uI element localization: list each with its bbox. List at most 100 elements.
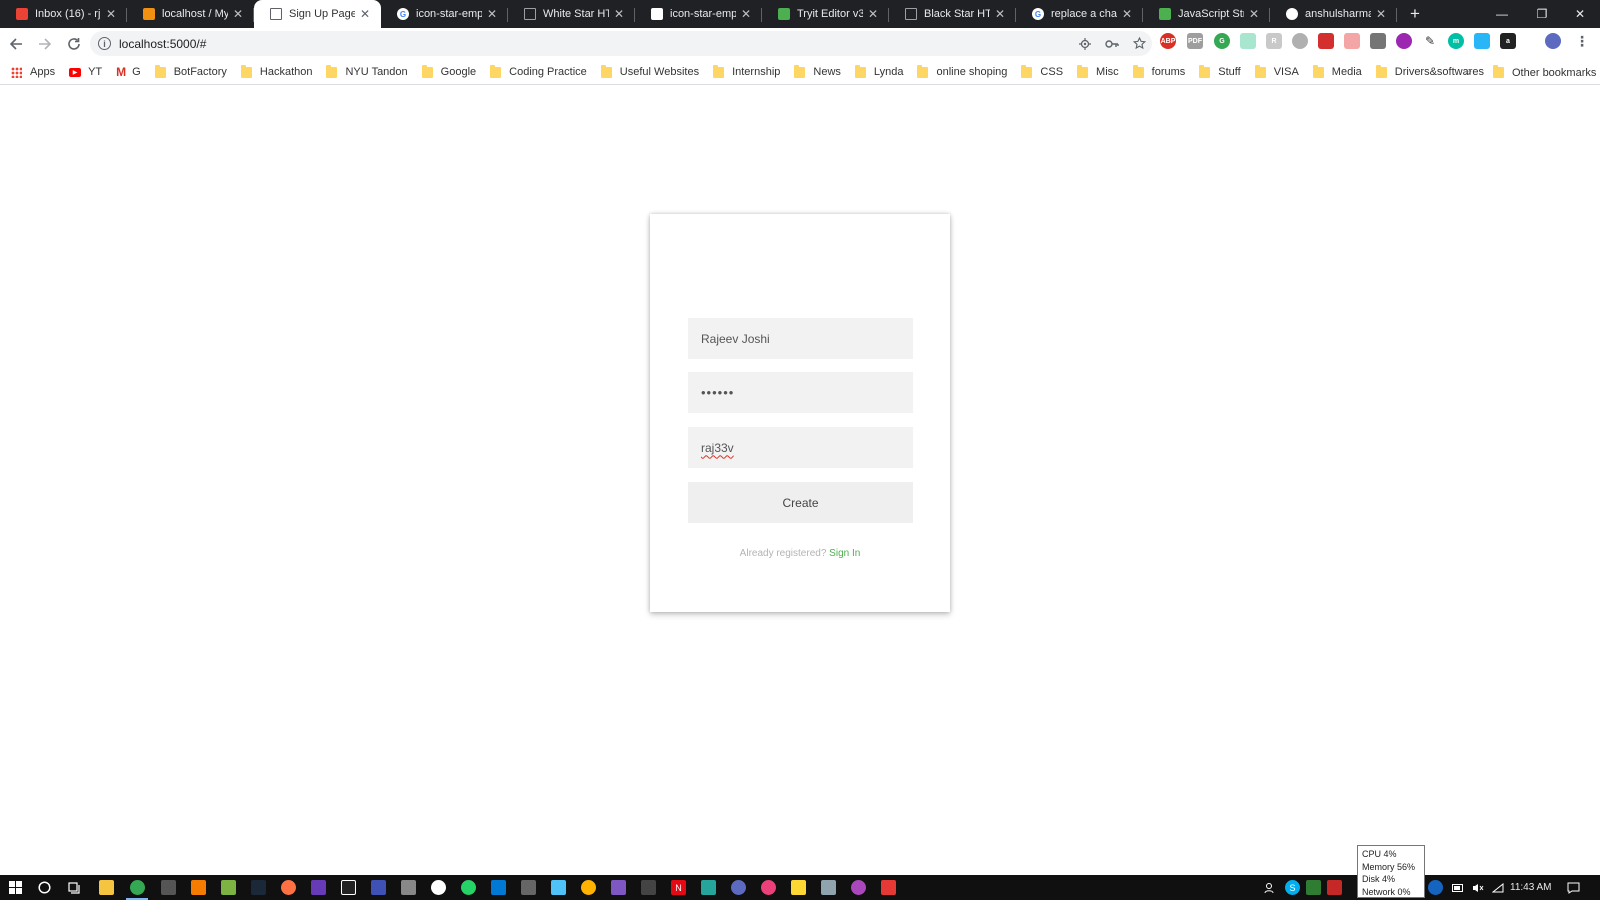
itunes-icon[interactable] xyxy=(761,880,776,895)
winrar-icon[interactable] xyxy=(881,880,896,895)
origin-icon[interactable] xyxy=(281,880,296,895)
username-field[interactable]: raj33v xyxy=(688,427,913,468)
purple-extension-icon[interactable] xyxy=(1396,33,1412,49)
chrome-icon[interactable] xyxy=(130,880,145,895)
tab-8[interactable]: Greplace a character ✕ xyxy=(1016,0,1143,28)
terminal-icon[interactable] xyxy=(521,880,536,895)
device-icon[interactable] xyxy=(821,880,836,895)
file-explorer-icon[interactable] xyxy=(99,880,114,895)
tab-close-icon[interactable]: ✕ xyxy=(994,7,1006,21)
bookmark-apps[interactable]: Apps xyxy=(11,66,55,78)
pink-extension-icon[interactable] xyxy=(1344,33,1360,49)
minimize-button[interactable]: — xyxy=(1480,0,1524,28)
browser-app-icon[interactable] xyxy=(731,880,746,895)
bookmark-css[interactable]: CSS xyxy=(1021,64,1063,78)
bookmark-coding-practice[interactable]: Coding Practice xyxy=(490,64,587,78)
tab-close-icon[interactable]: ✕ xyxy=(359,7,371,21)
visual-studio-icon[interactable] xyxy=(311,880,326,895)
bookmark-lynda[interactable]: Lynda xyxy=(854,64,903,78)
tab-5[interactable]: icon-star-empty ✕ xyxy=(635,0,762,28)
tab-9[interactable]: JavaScript String ✕ xyxy=(1143,0,1270,28)
netflix-icon[interactable]: N xyxy=(671,880,686,895)
forward-button[interactable] xyxy=(31,30,58,58)
bookmark-news[interactable]: News xyxy=(794,64,841,78)
star-bookmark-icon[interactable] xyxy=(1133,37,1146,50)
back-button[interactable] xyxy=(2,30,29,58)
volume-mute-icon[interactable] xyxy=(1470,880,1485,895)
media-icon[interactable] xyxy=(581,880,596,895)
bookmark-useful-websites[interactable]: Useful Websites xyxy=(600,64,699,78)
bookmark-online-shoping[interactable]: online shoping xyxy=(917,64,1007,78)
equalizer-icon[interactable] xyxy=(341,880,356,895)
location-icon[interactable] xyxy=(1079,37,1091,50)
tab-2[interactable]: Sign Up Page ✕ xyxy=(254,0,381,28)
tab-close-icon[interactable]: ✕ xyxy=(105,7,117,21)
key-icon[interactable] xyxy=(1105,39,1119,49)
cortana-search-icon[interactable] xyxy=(37,880,52,895)
sticky-notes-icon[interactable] xyxy=(791,880,806,895)
adblock-extension-icon[interactable]: ABP xyxy=(1160,33,1176,49)
profile-avatar-icon[interactable] xyxy=(1545,33,1561,49)
action-center-icon[interactable] xyxy=(1566,880,1581,895)
gray-extension-icon[interactable] xyxy=(1370,33,1386,49)
tray-app-icon[interactable] xyxy=(1306,880,1321,895)
skype-icon[interactable]: S xyxy=(1285,880,1300,895)
tab-0[interactable]: Inbox (16) - rj123 ✕ xyxy=(0,0,127,28)
info-icon[interactable]: i xyxy=(98,37,111,50)
tab-close-icon[interactable]: ✕ xyxy=(1121,7,1133,21)
tab-7[interactable]: Black Star HTML ✕ xyxy=(889,0,1016,28)
tab-10[interactable]: anshulsharmanyu ✕ xyxy=(1270,0,1397,28)
task-view-icon[interactable] xyxy=(67,880,82,895)
m-extension-icon[interactable]: m xyxy=(1448,33,1464,49)
name-field[interactable]: Rajeev Joshi xyxy=(688,318,913,359)
paint-icon[interactable] xyxy=(161,880,176,895)
github-desktop-icon[interactable] xyxy=(431,880,446,895)
address-bar[interactable]: i localhost:5000/# xyxy=(90,31,1152,56)
wifi-icon[interactable] xyxy=(1490,880,1505,895)
bookmark-visa[interactable]: VISA xyxy=(1254,64,1299,78)
bookmark-yt[interactable]: ▶ YT xyxy=(69,66,102,78)
sublime-icon[interactable] xyxy=(191,880,206,895)
tab-6[interactable]: Tryit Editor v3.6 ✕ xyxy=(762,0,889,28)
tab-close-icon[interactable]: ✕ xyxy=(613,7,625,21)
pen-extension-icon[interactable]: ✎ xyxy=(1422,33,1438,49)
menu-kebab-icon[interactable]: ⋮ xyxy=(1574,33,1590,49)
grammar-extension-icon[interactable]: G xyxy=(1214,33,1230,49)
tab-close-icon[interactable]: ✕ xyxy=(232,7,244,21)
calendar-extension-icon[interactable] xyxy=(1474,33,1490,49)
tab-close-icon[interactable]: ✕ xyxy=(486,7,498,21)
bookmark-nyu-tandon[interactable]: NYU Tandon xyxy=(326,64,408,78)
tab-1[interactable]: localhost / MySQL ✕ xyxy=(127,0,254,28)
bookmarks-overflow-button[interactable]: » xyxy=(1465,64,1472,78)
printer-icon[interactable] xyxy=(401,880,416,895)
bookmark-stuff[interactable]: Stuff xyxy=(1199,64,1241,78)
url-text[interactable]: localhost:5000/# xyxy=(119,37,206,51)
bookmark-forums[interactable]: forums xyxy=(1132,64,1185,78)
bookmark-media[interactable]: Media xyxy=(1312,64,1362,78)
tab-close-icon[interactable]: ✕ xyxy=(867,7,879,21)
bookmark-misc[interactable]: Misc xyxy=(1077,64,1119,78)
vscode-icon[interactable] xyxy=(491,880,506,895)
steam-icon[interactable] xyxy=(251,880,266,895)
tab-close-icon[interactable]: ✕ xyxy=(740,7,752,21)
bluetooth-icon[interactable] xyxy=(1428,880,1443,895)
clock[interactable]: 11:43 AM xyxy=(1510,875,1552,900)
battery-icon[interactable] xyxy=(1450,880,1465,895)
whatsapp-icon[interactable] xyxy=(461,880,476,895)
tab-close-icon[interactable]: ✕ xyxy=(1248,7,1260,21)
create-button[interactable]: Create xyxy=(688,482,913,523)
close-window-button[interactable]: ✕ xyxy=(1558,0,1600,28)
colorful-extension-icon[interactable] xyxy=(1240,33,1256,49)
r-extension-icon[interactable]: R xyxy=(1266,33,1282,49)
bookmark-g[interactable]: MG xyxy=(116,65,141,79)
chart-app-icon[interactable] xyxy=(701,880,716,895)
reload-button[interactable] xyxy=(60,30,87,58)
tab-3[interactable]: Gicon-star-empty ✕ xyxy=(381,0,508,28)
tray-pdf-icon[interactable] xyxy=(1327,880,1342,895)
red-extension-icon[interactable] xyxy=(1318,33,1334,49)
pdf-extension-icon[interactable]: PDF xyxy=(1187,33,1203,49)
game-icon[interactable] xyxy=(611,880,626,895)
amazon-extension-icon[interactable]: a xyxy=(1500,33,1516,49)
discord-icon[interactable] xyxy=(371,880,386,895)
tab-4[interactable]: White Star HTML ✕ xyxy=(508,0,635,28)
